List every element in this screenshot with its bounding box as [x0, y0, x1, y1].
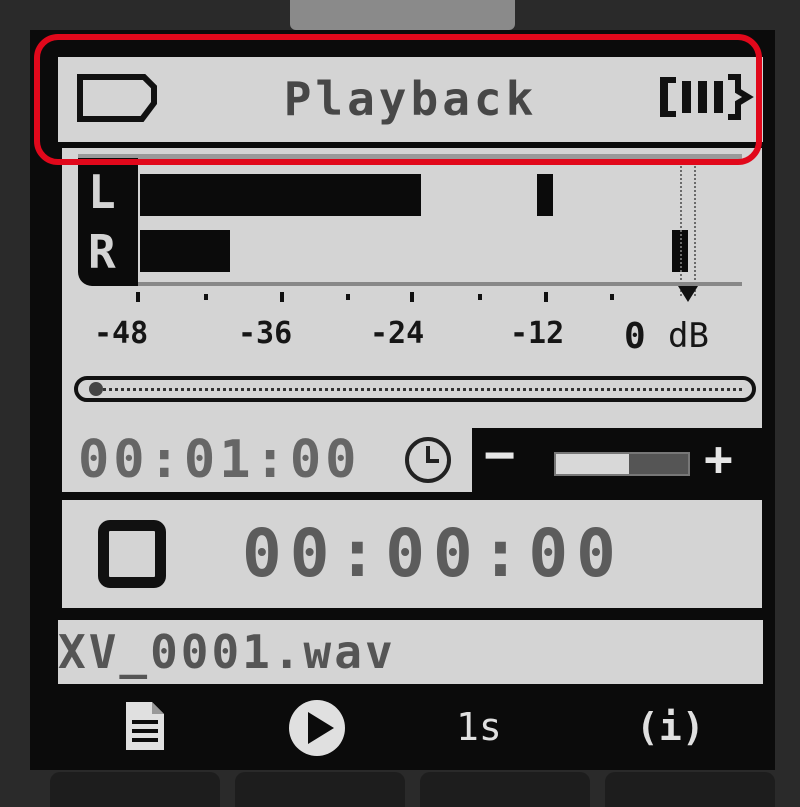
volume-up-button[interactable]: +	[704, 434, 748, 484]
scale-label-minus24: -24	[370, 316, 425, 351]
document-icon[interactable]	[122, 698, 168, 754]
elapsed-time: 00:00:00	[242, 515, 624, 592]
volume-down-button[interactable]: −	[484, 429, 528, 481]
highlight-box	[34, 34, 762, 165]
playback-position-slider[interactable]	[74, 376, 756, 402]
level-bar-right	[140, 230, 230, 272]
scale-label-minus12: -12	[510, 316, 565, 351]
hardware-button-1[interactable]	[50, 772, 220, 807]
transport-panel: 00:00:00	[62, 500, 762, 608]
volume-bar-fill	[556, 454, 629, 474]
hardware-button-4[interactable]	[605, 772, 775, 807]
slider-knob[interactable]	[88, 382, 103, 396]
hardware-button-2[interactable]	[235, 772, 405, 807]
level-bar-left	[140, 174, 422, 216]
scale-label-db: dB	[668, 316, 709, 356]
softkey-bar: 1s (i)	[58, 690, 763, 764]
zero-db-marker	[680, 166, 696, 296]
timer-value: 00:01:00	[78, 430, 361, 490]
device-top-tab	[290, 0, 515, 30]
scale-label-zero: 0	[624, 316, 646, 357]
channel-label-right: R	[88, 225, 116, 279]
file-name: XV_0001.wav	[58, 625, 396, 679]
stop-icon	[98, 520, 166, 588]
volume-bar[interactable]	[554, 452, 690, 476]
scale-label-minus36: -36	[238, 316, 293, 351]
hardware-button-3[interactable]	[420, 772, 590, 807]
volume-control[interactable]: − +	[478, 429, 768, 490]
slider-track	[90, 388, 742, 393]
timer-panel: 00:01:00	[62, 428, 472, 492]
peak-indicator-left	[537, 174, 553, 216]
file-name-panel: XV_0001.wav	[58, 620, 763, 684]
scale-label-minus48: -48	[94, 316, 149, 351]
meter-baseline	[138, 282, 742, 286]
channel-label-left: L	[88, 165, 116, 219]
info-button[interactable]: (i)	[636, 690, 705, 764]
clock-icon	[405, 437, 451, 483]
meter-ticks	[136, 292, 614, 302]
level-meter-panel: L R -48 -36 -24 -12 0 dB	[62, 148, 762, 428]
interval-label[interactable]: 1s	[456, 690, 502, 764]
play-icon[interactable]	[286, 698, 348, 758]
